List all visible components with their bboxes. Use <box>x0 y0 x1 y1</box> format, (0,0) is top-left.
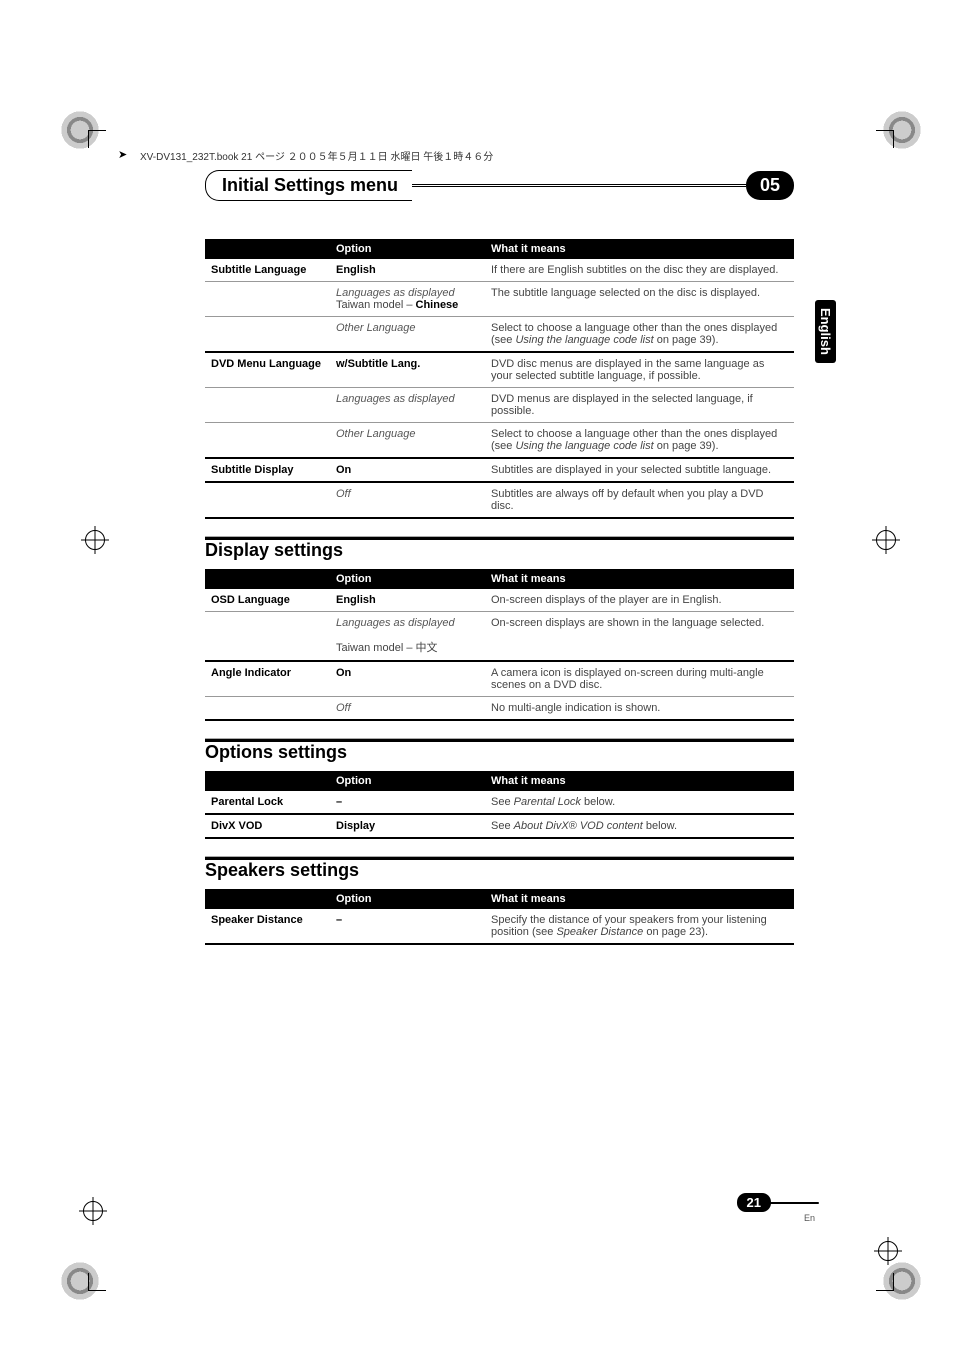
cell-setting: Subtitle Language <box>205 259 330 282</box>
cell-option: Taiwan model – 中文 <box>330 634 485 661</box>
cell-means: See About DivX® VOD content below. <box>485 814 794 838</box>
chapter-header: Initial Settings menu 05 <box>205 170 794 201</box>
registration-target-icon <box>878 1241 898 1261</box>
registration-target-icon <box>85 530 105 550</box>
table-row: Angle Indicator On A camera icon is disp… <box>205 661 794 697</box>
registration-target-icon <box>83 1201 103 1221</box>
table-row: OSD Language English On-screen displays … <box>205 589 794 612</box>
page-lang: En <box>737 1213 819 1223</box>
header-rule <box>412 184 746 186</box>
cell-means: If there are English subtitles on the di… <box>485 259 794 282</box>
crop-mark <box>876 1273 894 1291</box>
cell-setting: DivX VOD <box>205 814 330 838</box>
cell-option: – <box>330 791 485 814</box>
col-header-option: Option <box>330 569 485 589</box>
arrow-icon: ➤ <box>118 148 127 161</box>
table-row: Off No multi-angle indication is shown. <box>205 697 794 721</box>
section-heading-options: Options settings <box>205 739 794 763</box>
cell-option: On <box>330 458 485 482</box>
cell-setting: DVD Menu Language <box>205 352 330 388</box>
cell-means: See Parental Lock below. <box>485 791 794 814</box>
cell-option: – <box>330 909 485 944</box>
cell-option: Other Language <box>330 423 485 459</box>
cell-means: Subtitles are displayed in your selected… <box>485 458 794 482</box>
cell-option: Languages as displayed Taiwan model – Ch… <box>330 282 485 317</box>
cell-option: Off <box>330 697 485 721</box>
page-number: 21 <box>737 1193 771 1212</box>
settings-table-speakers: Setting Option What it means Speaker Dis… <box>205 889 794 945</box>
page-number-badge: 21 En <box>737 1193 819 1223</box>
table-row: Languages as displayed Taiwan model – Ch… <box>205 282 794 317</box>
option-text: Languages as displayed <box>336 287 455 299</box>
cell-means: DVD menus are displayed in the selected … <box>485 388 794 423</box>
col-header-means: What it means <box>485 889 794 909</box>
settings-table-display: Setting Option What it means OSD Languag… <box>205 569 794 721</box>
cell-option: Off <box>330 482 485 518</box>
cell-setting: OSD Language <box>205 589 330 612</box>
cell-option: Languages as displayed <box>330 388 485 423</box>
cell-option: English <box>330 259 485 282</box>
option-text: Chinese <box>416 299 459 311</box>
col-header-option: Option <box>330 889 485 909</box>
cell-means: The subtitle language selected on the di… <box>485 282 794 317</box>
page-tail <box>769 1202 819 1204</box>
table-row: Taiwan model – 中文 <box>205 634 794 661</box>
cell-option: w/Subtitle Lang. <box>330 352 485 388</box>
table-row: Off Subtitles are always off by default … <box>205 482 794 518</box>
table-row: Other Language Select to choose a langua… <box>205 317 794 353</box>
cell-setting: Speaker Distance <box>205 909 330 944</box>
table-row: Speaker Distance – Specify the distance … <box>205 909 794 944</box>
cell-means: DVD disc menus are displayed in the same… <box>485 352 794 388</box>
cell-setting: Subtitle Display <box>205 458 330 482</box>
cell-means: On-screen displays are shown in the lang… <box>485 612 794 635</box>
col-header-option: Option <box>330 771 485 791</box>
crop-mark <box>88 1273 106 1291</box>
option-text: Taiwan model – <box>336 299 416 311</box>
table-row: DivX VOD Display See About DivX® VOD con… <box>205 814 794 838</box>
language-side-tab: English <box>815 300 836 363</box>
table-row: DVD Menu Language w/Subtitle Lang. DVD d… <box>205 352 794 388</box>
table-row: Other Language Select to choose a langua… <box>205 423 794 459</box>
book-source-line: XV-DV131_232T.book 21 ページ ２００５年５月１１日 水曜日… <box>140 148 493 163</box>
cell-option: Other Language <box>330 317 485 353</box>
table-row: Languages as displayed DVD menus are dis… <box>205 388 794 423</box>
crop-mark <box>876 130 894 148</box>
table-row: Subtitle Display On Subtitles are displa… <box>205 458 794 482</box>
col-header-setting: Setting <box>205 569 330 589</box>
chapter-number: 05 <box>746 171 794 200</box>
settings-table-options: Setting Option What it means Parental Lo… <box>205 771 794 839</box>
section-heading-display: Display settings <box>205 537 794 561</box>
col-header-option: Option <box>330 239 485 259</box>
cell-means: Select to choose a language other than t… <box>485 423 794 459</box>
cell-means: No multi-angle indication is shown. <box>485 697 794 721</box>
cell-means: Select to choose a language other than t… <box>485 317 794 353</box>
crop-mark <box>88 130 106 148</box>
table-row: Parental Lock – See Parental Lock below. <box>205 791 794 814</box>
col-header-setting: Setting <box>205 239 330 259</box>
cell-setting: Parental Lock <box>205 791 330 814</box>
col-header-setting: Setting <box>205 889 330 909</box>
cell-option: Languages as displayed <box>330 612 485 635</box>
col-header-means: What it means <box>485 239 794 259</box>
cell-option: English <box>330 589 485 612</box>
cell-setting: Angle Indicator <box>205 661 330 697</box>
registration-target-icon <box>876 530 896 550</box>
col-header-means: What it means <box>485 569 794 589</box>
cell-option: On <box>330 661 485 697</box>
cell-means: A camera icon is displayed on-screen dur… <box>485 661 794 697</box>
section-heading-speakers: Speakers settings <box>205 857 794 881</box>
cell-means: Subtitles are always off by default when… <box>485 482 794 518</box>
col-header-setting: Setting <box>205 771 330 791</box>
table-row: Languages as displayed On-screen display… <box>205 612 794 635</box>
chapter-title: Initial Settings menu <box>205 170 412 201</box>
settings-table-language: Setting Option What it means Subtitle La… <box>205 239 794 519</box>
col-header-means: What it means <box>485 771 794 791</box>
cell-means: On-screen displays of the player are in … <box>485 589 794 612</box>
cell-means: Specify the distance of your speakers fr… <box>485 909 794 944</box>
cell-option: Display <box>330 814 485 838</box>
table-row: Subtitle Language English If there are E… <box>205 259 794 282</box>
